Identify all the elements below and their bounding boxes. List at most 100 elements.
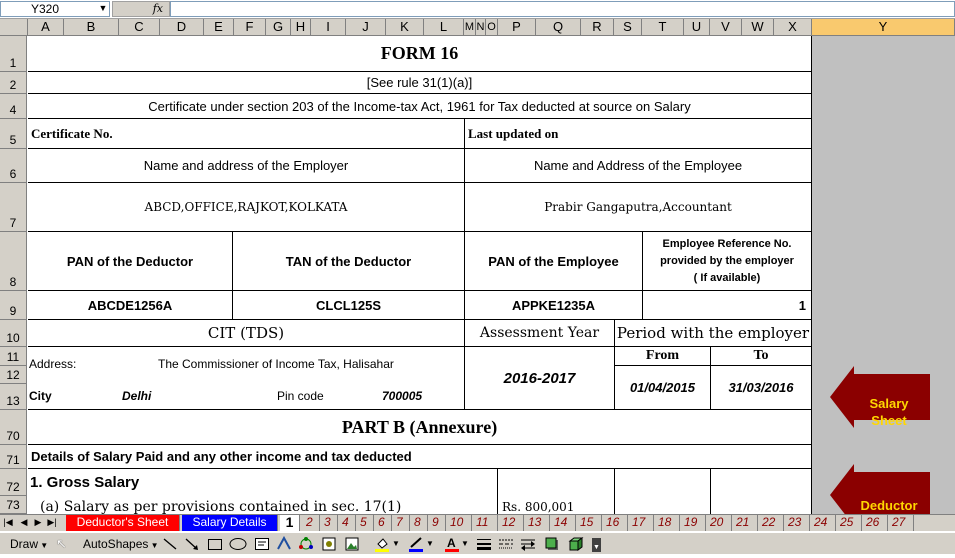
tab-21[interactable]: 21 <box>732 515 758 531</box>
arrow-icon[interactable] <box>184 536 200 552</box>
row-header-9[interactable]: 9 <box>0 291 27 320</box>
column-header-m[interactable]: M <box>464 19 476 36</box>
clip-art-icon[interactable] <box>321 536 337 552</box>
tab-6[interactable]: 6 <box>374 515 392 531</box>
row-header-4[interactable]: 4 <box>0 94 27 119</box>
tab-14[interactable]: 14 <box>550 515 576 531</box>
row-header-73[interactable]: 73 <box>0 496 27 514</box>
tab-7[interactable]: 7 <box>392 515 410 531</box>
row-header-72[interactable]: 72 <box>0 469 27 496</box>
tab-23[interactable]: 23 <box>784 515 810 531</box>
tab-deductors-sheet[interactable]: Deductor's Sheet <box>66 515 180 531</box>
column-header-v[interactable]: V <box>710 19 742 36</box>
name-box[interactable]: Y320 <box>0 1 110 17</box>
column-header-u[interactable]: U <box>684 19 710 36</box>
chevron-down-icon[interactable]: ▼ <box>392 536 408 552</box>
empty-cell[interactable] <box>615 469 711 514</box>
dash-style-icon[interactable] <box>498 536 514 552</box>
first-sheet-icon[interactable]: |◀ <box>2 515 14 529</box>
insert-function-button[interactable]: fx <box>112 1 170 17</box>
next-sheet-icon[interactable]: ▶ <box>32 515 44 529</box>
column-header-i[interactable]: I <box>311 19 346 36</box>
column-header-d[interactable]: D <box>160 19 204 36</box>
deductor-button[interactable]: Deductor <box>830 464 930 514</box>
column-header-n[interactable]: N <box>476 19 486 36</box>
column-header-y[interactable]: Y <box>812 19 955 36</box>
oval-icon[interactable] <box>229 536 247 552</box>
font-color-icon[interactable]: A <box>444 536 460 552</box>
tab-5[interactable]: 5 <box>356 515 374 531</box>
select-all-corner[interactable] <box>0 19 28 36</box>
column-header-j[interactable]: J <box>346 19 386 36</box>
tab-11[interactable]: 11 <box>472 515 498 531</box>
tab-8[interactable]: 8 <box>410 515 428 531</box>
tab-16[interactable]: 16 <box>602 515 628 531</box>
previous-sheet-icon[interactable]: ◀ <box>18 515 30 529</box>
row-header-7[interactable]: 7 <box>0 183 27 232</box>
column-header-s[interactable]: S <box>614 19 642 36</box>
column-header-t[interactable]: T <box>642 19 684 36</box>
column-header-f[interactable]: F <box>234 19 266 36</box>
line-color-icon[interactable] <box>408 536 424 552</box>
wordart-icon[interactable] <box>276 535 292 552</box>
line-style-icon[interactable] <box>476 536 492 552</box>
last-sheet-icon[interactable]: ▶| <box>46 515 58 529</box>
arrow-style-icon[interactable] <box>520 536 536 552</box>
tab-12[interactable]: 12 <box>498 515 524 531</box>
tab-20[interactable]: 20 <box>706 515 732 531</box>
column-header-e[interactable]: E <box>204 19 234 36</box>
formula-input[interactable] <box>170 1 955 17</box>
tab-26[interactable]: 26 <box>862 515 888 531</box>
tab-19[interactable]: 19 <box>680 515 706 531</box>
row-header-8[interactable]: 8 <box>0 232 27 291</box>
shadow-style-icon[interactable] <box>544 536 560 552</box>
address-value[interactable]: The Commissioner of Income Tax, Halisaha… <box>158 357 394 371</box>
column-header-x[interactable]: X <box>774 19 812 36</box>
column-header-l[interactable]: L <box>424 19 464 36</box>
draw-menu[interactable]: Draw ▼ <box>10 536 48 552</box>
salary-amount-cell[interactable]: Rs. 800,001 <box>498 469 615 514</box>
diagram-icon[interactable] <box>298 536 314 552</box>
line-icon[interactable] <box>162 536 178 552</box>
salary-sheet-button[interactable]: Salary Sheet <box>830 366 930 428</box>
tab-18[interactable]: 18 <box>654 515 680 531</box>
row-header-1[interactable]: 1 <box>0 36 27 72</box>
tab-9[interactable]: 9 <box>428 515 446 531</box>
tab-17[interactable]: 17 <box>628 515 654 531</box>
fill-color-icon[interactable] <box>374 536 390 552</box>
row-header-13[interactable]: 13 <box>0 384 27 410</box>
assessment-year-value[interactable]: 2016-2017 <box>465 347 615 410</box>
autoshapes-menu[interactable]: AutoShapes ▼ <box>83 536 159 552</box>
from-value[interactable]: 01/04/2015 <box>615 366 711 410</box>
row-header-6[interactable]: 6 <box>0 149 27 183</box>
chevron-down-icon[interactable]: ▼ <box>426 536 442 552</box>
picture-icon[interactable] <box>344 536 360 552</box>
column-header-p[interactable]: P <box>498 19 536 36</box>
column-header-h[interactable]: H <box>291 19 311 36</box>
column-header-k[interactable]: K <box>386 19 424 36</box>
pan-employee-value[interactable]: APPKE1235A <box>465 291 643 320</box>
row-header-71[interactable]: 71 <box>0 445 27 469</box>
column-header-g[interactable]: G <box>266 19 291 36</box>
tab-10[interactable]: 10 <box>446 515 472 531</box>
toolbar-options-icon[interactable]: ▼ <box>592 538 601 552</box>
tab-2[interactable]: 2 <box>302 515 320 531</box>
employer-value[interactable]: ABCD,OFFICE,RAJKOT,KOLKATA <box>28 183 465 232</box>
tab-4[interactable]: 4 <box>338 515 356 531</box>
row-header-10[interactable]: 10 <box>0 320 27 347</box>
tab-salary-details[interactable]: Salary Details <box>182 515 278 531</box>
column-header-c[interactable]: C <box>119 19 160 36</box>
row-header-2[interactable]: 2 <box>0 72 27 94</box>
tab-13[interactable]: 13 <box>524 515 550 531</box>
pan-deductor-value[interactable]: ABCDE1256A <box>28 291 233 320</box>
tab-1[interactable]: 1 <box>280 515 300 531</box>
city-value[interactable]: Delhi <box>122 389 151 403</box>
text-box-icon[interactable] <box>254 536 270 552</box>
tab-24[interactable]: 24 <box>810 515 836 531</box>
tab-3[interactable]: 3 <box>320 515 338 531</box>
employee-reference-value[interactable]: 1 <box>643 291 812 320</box>
row-header-12[interactable]: 12 <box>0 366 27 384</box>
name-box-dropdown-icon[interactable]: ▼ <box>96 1 110 17</box>
column-header-b[interactable]: B <box>64 19 119 36</box>
to-value[interactable]: 31/03/2016 <box>711 366 812 410</box>
